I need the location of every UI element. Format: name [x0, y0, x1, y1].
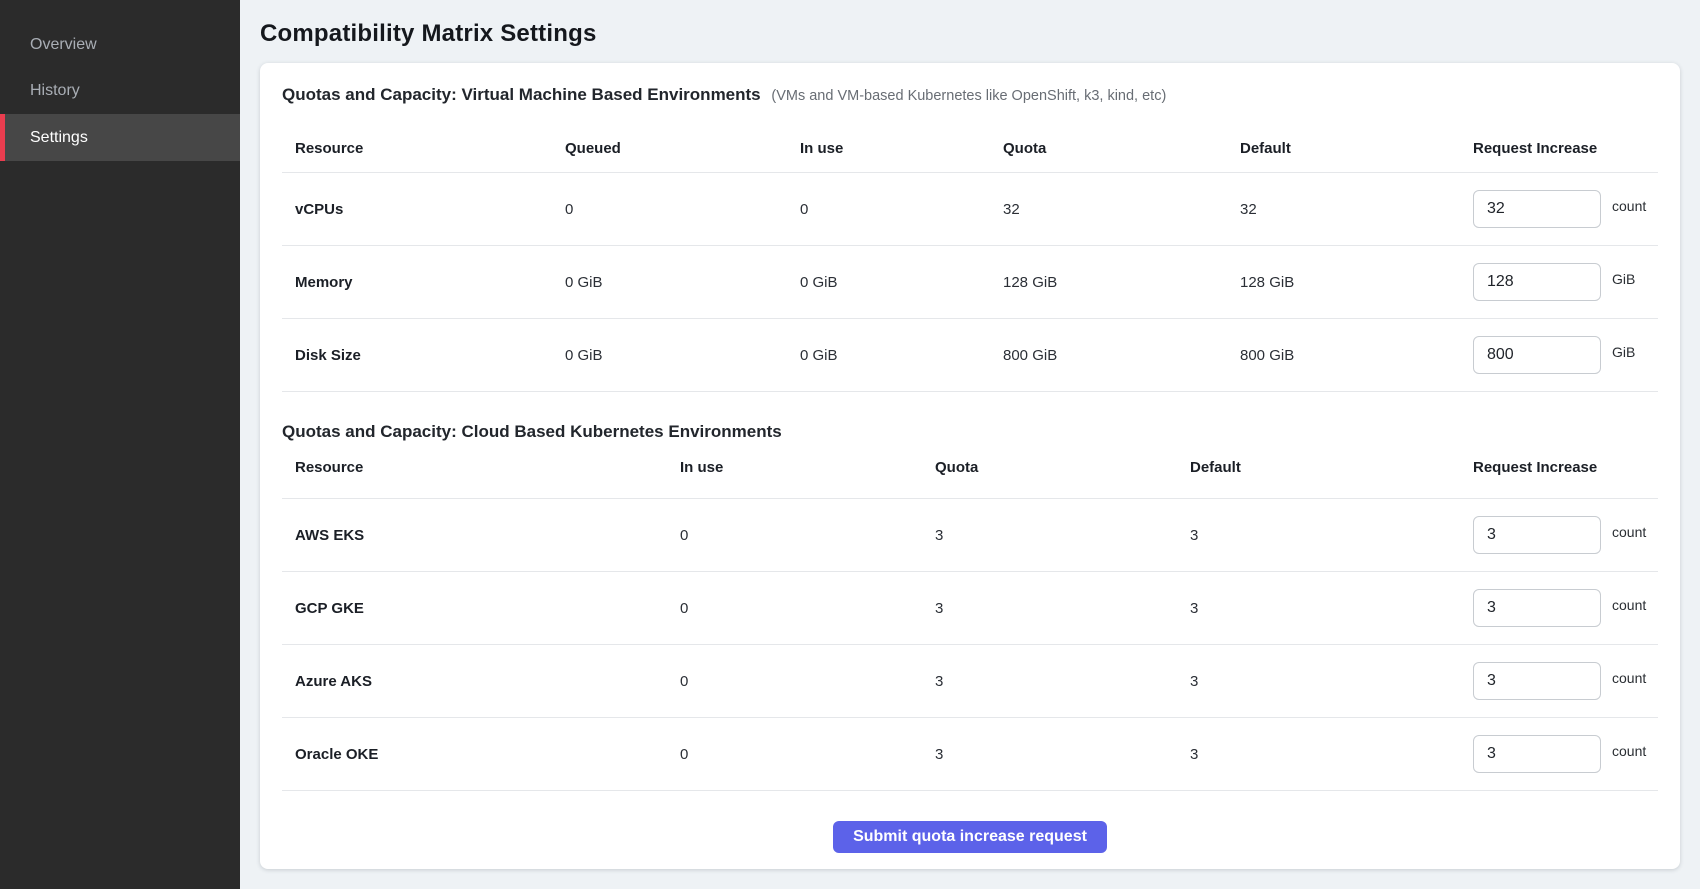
vm-col-request-increase: Request Increase: [1473, 139, 1658, 159]
resource-label: Oracle OKE: [282, 746, 680, 763]
quota-value: 3: [935, 673, 1190, 690]
k8s-col-in-use: In use: [680, 458, 935, 478]
vm-col-quota: Quota: [1003, 139, 1240, 159]
quota-value: 3: [935, 527, 1190, 544]
main-content: Compatibility Matrix Settings Quotas and…: [240, 0, 1700, 889]
queued-value: 0 GiB: [565, 347, 800, 364]
aws-eks-request-input[interactable]: [1473, 516, 1601, 554]
queued-value: 0: [565, 201, 800, 218]
resource-label: AWS EKS: [282, 527, 680, 544]
sidebar: Overview History Settings: [0, 0, 240, 889]
k8s-col-default: Default: [1190, 458, 1473, 478]
k8s-col-request-increase: Request Increase: [1473, 458, 1658, 478]
in-use-value: 0 GiB: [800, 347, 1003, 364]
default-value: 800 GiB: [1240, 347, 1473, 364]
vm-col-resource: Resource: [282, 139, 565, 159]
unit-label: GiB: [1612, 271, 1635, 287]
k8s-table-header: Resource In use Quota Default Request In…: [282, 444, 1658, 498]
k8s-section-title: Quotas and Capacity: Cloud Based Kuberne…: [282, 420, 1658, 444]
vcpus-request-input[interactable]: [1473, 190, 1601, 228]
table-row-aws-eks: AWS EKS 0 3 3 count: [282, 498, 1658, 571]
memory-request-input[interactable]: [1473, 263, 1601, 301]
unit-label: count: [1612, 670, 1646, 686]
in-use-value: 0 GiB: [800, 274, 1003, 291]
quota-value: 3: [935, 746, 1190, 763]
default-value: 128 GiB: [1240, 274, 1473, 291]
quota-value: 32: [1003, 201, 1240, 218]
table-row-oracle-oke: Oracle OKE 0 3 3 count: [282, 717, 1658, 790]
default-value: 3: [1190, 527, 1473, 544]
vm-col-in-use: In use: [800, 139, 1003, 159]
in-use-value: 0: [680, 673, 935, 690]
vm-col-default: Default: [1240, 139, 1473, 159]
default-value: 3: [1190, 746, 1473, 763]
k8s-col-quota: Quota: [935, 458, 1190, 478]
table-row-disk-size: Disk Size 0 GiB 0 GiB 800 GiB 800 GiB Gi…: [282, 318, 1658, 391]
sidebar-item-settings[interactable]: Settings: [0, 114, 240, 161]
vm-section-title: Quotas and Capacity: Virtual Machine Bas…: [282, 83, 1658, 108]
submit-quota-increase-button[interactable]: Submit quota increase request: [833, 821, 1107, 853]
default-value: 32: [1240, 201, 1473, 218]
resource-label: Memory: [282, 274, 565, 291]
vm-table-header: Resource Queued In use Quota Default Req…: [282, 108, 1658, 172]
resource-label: Disk Size: [282, 347, 565, 364]
table-row-memory: Memory 0 GiB 0 GiB 128 GiB 128 GiB GiB: [282, 245, 1658, 318]
azure-aks-request-input[interactable]: [1473, 662, 1601, 700]
resource-label: vCPUs: [282, 201, 565, 218]
queued-value: 0 GiB: [565, 274, 800, 291]
quota-value: 128 GiB: [1003, 274, 1240, 291]
vm-table: vCPUs 0 0 32 32 count Memory 0 GiB 0 GiB…: [282, 172, 1658, 392]
gcp-gke-request-input[interactable]: [1473, 589, 1601, 627]
resource-label: Azure AKS: [282, 673, 680, 690]
table-row-azure-aks: Azure AKS 0 3 3 count: [282, 644, 1658, 717]
disk-size-request-input[interactable]: [1473, 336, 1601, 374]
unit-label: count: [1612, 198, 1646, 214]
card-footer: Submit quota increase request: [282, 791, 1658, 853]
unit-label: count: [1612, 597, 1646, 613]
page-title: Compatibility Matrix Settings: [260, 20, 597, 48]
table-row-vcpus: vCPUs 0 0 32 32 count: [282, 172, 1658, 245]
unit-label: count: [1612, 524, 1646, 540]
unit-label: GiB: [1612, 344, 1635, 360]
in-use-value: 0: [680, 527, 935, 544]
k8s-col-resource: Resource: [282, 458, 680, 478]
k8s-table: AWS EKS 0 3 3 count GCP GKE 0 3 3 count: [282, 498, 1658, 791]
in-use-value: 0: [680, 746, 935, 763]
quota-settings-card: Quotas and Capacity: Virtual Machine Bas…: [260, 63, 1680, 869]
in-use-value: 0: [800, 201, 1003, 218]
default-value: 3: [1190, 673, 1473, 690]
resource-label: GCP GKE: [282, 600, 680, 617]
sidebar-item-overview[interactable]: Overview: [0, 22, 240, 68]
in-use-value: 0: [680, 600, 935, 617]
quota-value: 800 GiB: [1003, 347, 1240, 364]
unit-label: count: [1612, 743, 1646, 759]
sidebar-item-history[interactable]: History: [0, 68, 240, 114]
vm-section-title-text: Quotas and Capacity: Virtual Machine Bas…: [282, 85, 761, 104]
vm-section-subtitle: (VMs and VM-based Kubernetes like OpenSh…: [771, 88, 1166, 104]
default-value: 3: [1190, 600, 1473, 617]
quota-value: 3: [935, 600, 1190, 617]
vm-col-queued: Queued: [565, 139, 800, 159]
table-row-gcp-gke: GCP GKE 0 3 3 count: [282, 571, 1658, 644]
oracle-oke-request-input[interactable]: [1473, 735, 1601, 773]
